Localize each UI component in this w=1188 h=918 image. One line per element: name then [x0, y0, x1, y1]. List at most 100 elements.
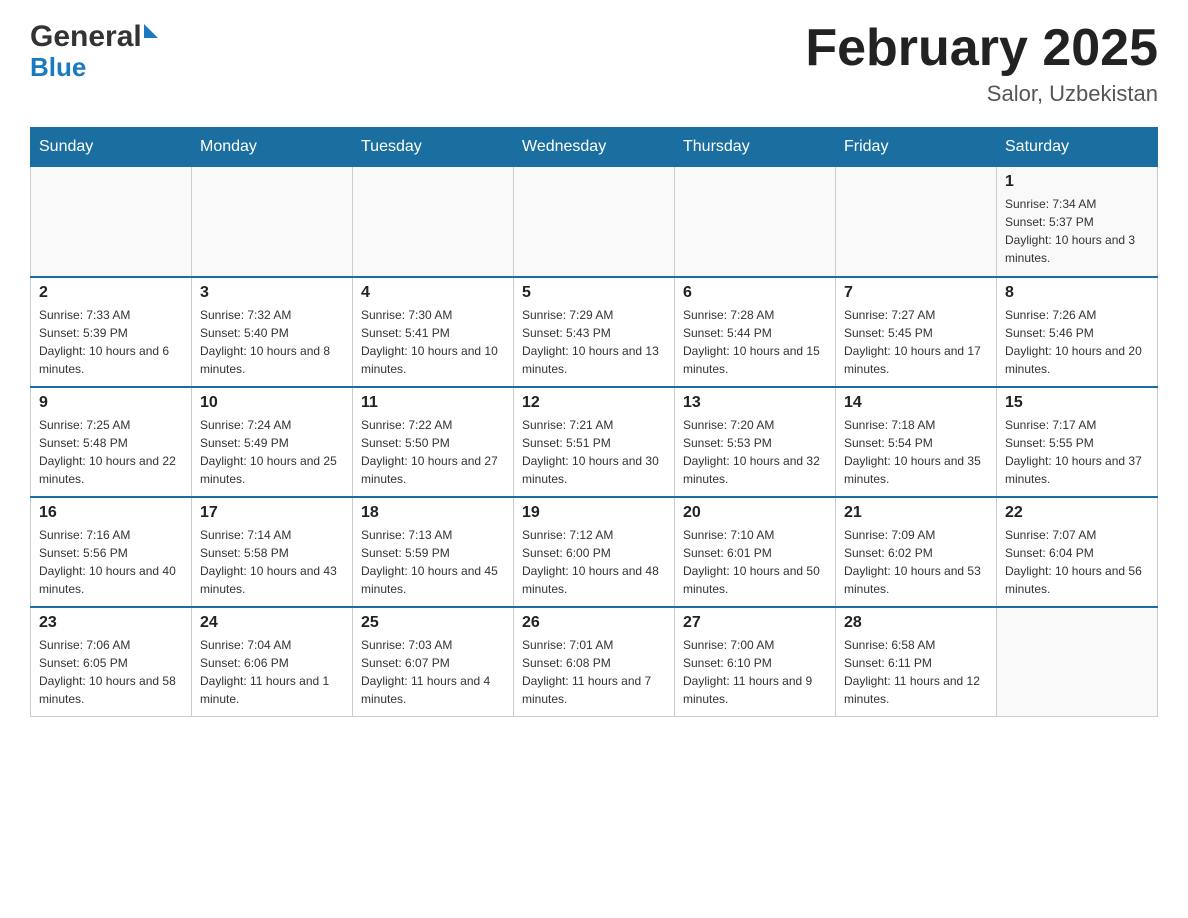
day-number: 19 — [522, 504, 666, 522]
day-cell: 12 Sunrise: 7:21 AM Sunset: 5:51 PM Dayli… — [514, 387, 675, 497]
day-info: Sunrise: 7:16 AM Sunset: 5:56 PM Dayligh… — [39, 526, 183, 598]
day-number: 18 — [361, 504, 505, 522]
day-cell — [836, 167, 997, 277]
day-number: 3 — [200, 284, 344, 302]
day-cell: 17 Sunrise: 7:14 AM Sunset: 5:58 PM Dayli… — [192, 497, 353, 607]
day-info: Sunrise: 7:14 AM Sunset: 5:58 PM Dayligh… — [200, 526, 344, 598]
day-cell: 16 Sunrise: 7:16 AM Sunset: 5:56 PM Dayli… — [31, 497, 192, 607]
day-cell — [997, 607, 1158, 717]
day-number: 22 — [1005, 504, 1149, 522]
day-info: Sunrise: 7:26 AM Sunset: 5:46 PM Dayligh… — [1005, 306, 1149, 378]
calendar-header-friday: Friday — [836, 128, 997, 167]
day-cell: 15 Sunrise: 7:17 AM Sunset: 5:55 PM Dayli… — [997, 387, 1158, 497]
day-info: Sunrise: 7:06 AM Sunset: 6:05 PM Dayligh… — [39, 636, 183, 708]
day-info: Sunrise: 7:10 AM Sunset: 6:01 PM Dayligh… — [683, 526, 827, 598]
logo-blue-text: Blue — [30, 52, 86, 83]
week-row-4: 16 Sunrise: 7:16 AM Sunset: 5:56 PM Dayli… — [31, 497, 1158, 607]
day-number: 8 — [1005, 284, 1149, 302]
day-cell: 22 Sunrise: 7:07 AM Sunset: 6:04 PM Dayli… — [997, 497, 1158, 607]
day-cell: 28Sunrise: 6:58 AM Sunset: 6:11 PM Dayli… — [836, 607, 997, 717]
location-text: Salor, Uzbekistan — [805, 81, 1158, 107]
day-cell: 27Sunrise: 7:00 AM Sunset: 6:10 PM Dayli… — [675, 607, 836, 717]
day-cell: 9Sunrise: 7:25 AM Sunset: 5:48 PM Daylig… — [31, 387, 192, 497]
day-number: 10 — [200, 394, 344, 412]
day-info: Sunrise: 7:18 AM Sunset: 5:54 PM Dayligh… — [844, 416, 988, 488]
day-cell: 13 Sunrise: 7:20 AM Sunset: 5:53 PM Dayli… — [675, 387, 836, 497]
week-row-2: 2 Sunrise: 7:33 AM Sunset: 5:39 PM Daylig… — [31, 277, 1158, 387]
day-info: Sunrise: 7:00 AM Sunset: 6:10 PM Dayligh… — [683, 636, 827, 708]
day-cell: 3 Sunrise: 7:32 AM Sunset: 5:40 PM Daylig… — [192, 277, 353, 387]
day-cell: 10 Sunrise: 7:24 AM Sunset: 5:49 PM Dayli… — [192, 387, 353, 497]
day-cell — [675, 167, 836, 277]
day-info: Sunrise: 7:27 AM Sunset: 5:45 PM Dayligh… — [844, 306, 988, 378]
day-cell: 7 Sunrise: 7:27 AM Sunset: 5:45 PM Daylig… — [836, 277, 997, 387]
day-info: Sunrise: 7:20 AM Sunset: 5:53 PM Dayligh… — [683, 416, 827, 488]
day-number: 5 — [522, 284, 666, 302]
day-number: 13 — [683, 394, 827, 412]
day-info: Sunrise: 7:29 AM Sunset: 5:43 PM Dayligh… — [522, 306, 666, 378]
day-cell — [31, 167, 192, 277]
week-row-3: 9Sunrise: 7:25 AM Sunset: 5:48 PM Daylig… — [31, 387, 1158, 497]
day-cell: 23Sunrise: 7:06 AM Sunset: 6:05 PM Dayli… — [31, 607, 192, 717]
calendar-header-tuesday: Tuesday — [353, 128, 514, 167]
day-cell — [353, 167, 514, 277]
day-info: Sunrise: 6:58 AM Sunset: 6:11 PM Dayligh… — [844, 636, 988, 708]
calendar-table: SundayMondayTuesdayWednesdayThursdayFrid… — [30, 127, 1158, 717]
day-info: Sunrise: 7:33 AM Sunset: 5:39 PM Dayligh… — [39, 306, 183, 378]
day-info: Sunrise: 7:22 AM Sunset: 5:50 PM Dayligh… — [361, 416, 505, 488]
day-info: Sunrise: 7:21 AM Sunset: 5:51 PM Dayligh… — [522, 416, 666, 488]
title-area: February 2025 Salor, Uzbekistan — [805, 20, 1158, 107]
day-cell: 14 Sunrise: 7:18 AM Sunset: 5:54 PM Dayli… — [836, 387, 997, 497]
day-number: 6 — [683, 284, 827, 302]
day-info: Sunrise: 7:03 AM Sunset: 6:07 PM Dayligh… — [361, 636, 505, 708]
day-info: Sunrise: 7:07 AM Sunset: 6:04 PM Dayligh… — [1005, 526, 1149, 598]
day-info: Sunrise: 7:30 AM Sunset: 5:41 PM Dayligh… — [361, 306, 505, 378]
day-cell: 21 Sunrise: 7:09 AM Sunset: 6:02 PM Dayli… — [836, 497, 997, 607]
day-info: Sunrise: 7:28 AM Sunset: 5:44 PM Dayligh… — [683, 306, 827, 378]
week-row-1: 1 Sunrise: 7:34 AM Sunset: 5:37 PM Daylig… — [31, 167, 1158, 277]
logo-general-text: General — [30, 20, 142, 54]
day-number: 14 — [844, 394, 988, 412]
day-number: 20 — [683, 504, 827, 522]
day-cell: 26Sunrise: 7:01 AM Sunset: 6:08 PM Dayli… — [514, 607, 675, 717]
day-number: 1 — [1005, 173, 1149, 191]
day-cell: 5 Sunrise: 7:29 AM Sunset: 5:43 PM Daylig… — [514, 277, 675, 387]
day-number: 12 — [522, 394, 666, 412]
day-cell: 11 Sunrise: 7:22 AM Sunset: 5:50 PM Dayli… — [353, 387, 514, 497]
day-cell: 18 Sunrise: 7:13 AM Sunset: 5:59 PM Dayli… — [353, 497, 514, 607]
day-info: Sunrise: 7:09 AM Sunset: 6:02 PM Dayligh… — [844, 526, 988, 598]
month-title: February 2025 — [805, 20, 1158, 77]
day-info: Sunrise: 7:12 AM Sunset: 6:00 PM Dayligh… — [522, 526, 666, 598]
calendar-header-monday: Monday — [192, 128, 353, 167]
day-cell: 4 Sunrise: 7:30 AM Sunset: 5:41 PM Daylig… — [353, 277, 514, 387]
day-info: Sunrise: 7:01 AM Sunset: 6:08 PM Dayligh… — [522, 636, 666, 708]
day-cell: 24Sunrise: 7:04 AM Sunset: 6:06 PM Dayli… — [192, 607, 353, 717]
day-number: 17 — [200, 504, 344, 522]
day-cell: 20 Sunrise: 7:10 AM Sunset: 6:01 PM Dayli… — [675, 497, 836, 607]
day-number: 2 — [39, 284, 183, 302]
day-cell — [192, 167, 353, 277]
day-cell: 8 Sunrise: 7:26 AM Sunset: 5:46 PM Daylig… — [997, 277, 1158, 387]
day-number: 21 — [844, 504, 988, 522]
day-cell: 25Sunrise: 7:03 AM Sunset: 6:07 PM Dayli… — [353, 607, 514, 717]
day-info: Sunrise: 7:32 AM Sunset: 5:40 PM Dayligh… — [200, 306, 344, 378]
day-number: 15 — [1005, 394, 1149, 412]
logo-arrow-icon — [144, 24, 158, 38]
calendar-header-row: SundayMondayTuesdayWednesdayThursdayFrid… — [31, 128, 1158, 167]
day-info: Sunrise: 7:34 AM Sunset: 5:37 PM Dayligh… — [1005, 195, 1149, 267]
logo: General Blue — [30, 20, 158, 83]
day-cell: 6 Sunrise: 7:28 AM Sunset: 5:44 PM Daylig… — [675, 277, 836, 387]
day-number: 7 — [844, 284, 988, 302]
day-cell: 19 Sunrise: 7:12 AM Sunset: 6:00 PM Dayli… — [514, 497, 675, 607]
day-info: Sunrise: 7:04 AM Sunset: 6:06 PM Dayligh… — [200, 636, 344, 708]
day-cell — [514, 167, 675, 277]
day-number: 11 — [361, 394, 505, 412]
day-number: 16 — [39, 504, 183, 522]
day-info: Sunrise: 7:17 AM Sunset: 5:55 PM Dayligh… — [1005, 416, 1149, 488]
calendar-header-thursday: Thursday — [675, 128, 836, 167]
day-info: Sunrise: 7:13 AM Sunset: 5:59 PM Dayligh… — [361, 526, 505, 598]
day-number: 4 — [361, 284, 505, 302]
day-cell: 1 Sunrise: 7:34 AM Sunset: 5:37 PM Daylig… — [997, 167, 1158, 277]
day-info: Sunrise: 7:24 AM Sunset: 5:49 PM Dayligh… — [200, 416, 344, 488]
calendar-header-sunday: Sunday — [31, 128, 192, 167]
